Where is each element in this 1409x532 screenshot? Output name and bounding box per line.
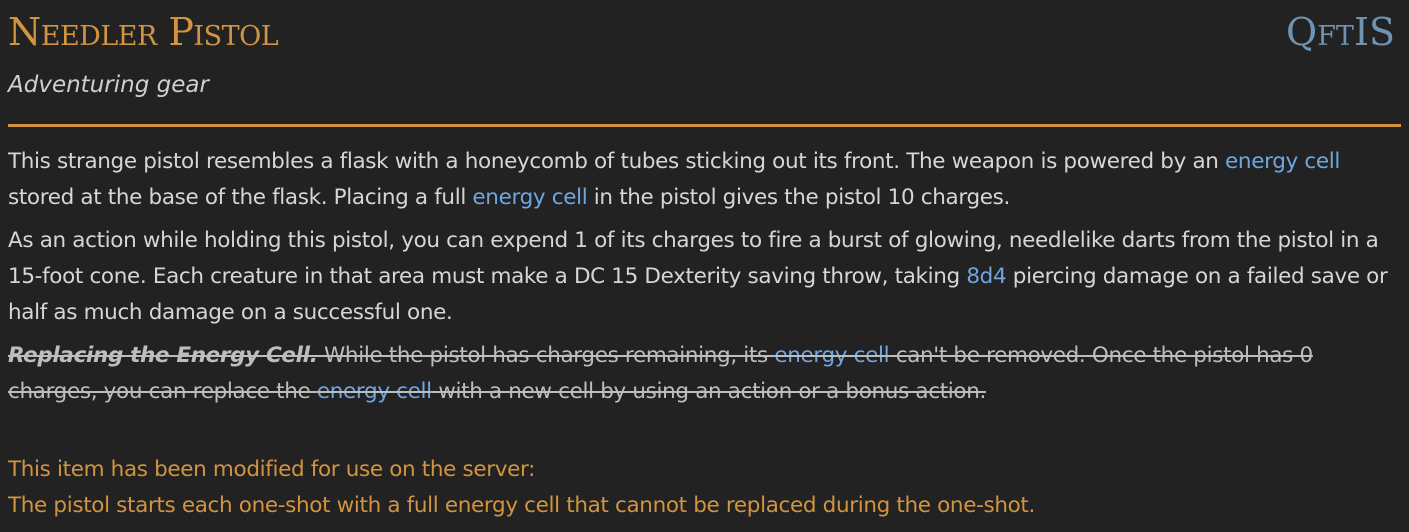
text: While the pistol has charges remaining, … — [317, 343, 775, 368]
note-text: The pistol starts each one-shot with a f… — [8, 493, 1035, 518]
energy-cell-link[interactable]: energy cell — [1225, 149, 1340, 174]
note-heading: This item has been modified for use on t… — [8, 457, 535, 482]
source-abbreviation[interactable]: QftIS — [1286, 10, 1395, 54]
item-description: This strange pistol resembles a flask wi… — [8, 144, 1399, 417]
energy-cell-link[interactable]: energy cell — [774, 343, 889, 368]
energy-cell-link[interactable]: energy cell — [317, 379, 432, 404]
dice-roll-8d4[interactable]: 8d4 — [966, 264, 1006, 289]
paragraph-title: Replacing the Energy Cell. — [8, 343, 318, 368]
struck-replacing-paragraph: Replacing the Energy Cell. While the pis… — [8, 338, 1399, 410]
energy-cell-link[interactable]: energy cell — [472, 185, 587, 210]
description-paragraph: This strange pistol resembles a flask wi… — [8, 144, 1399, 216]
server-modification-note: This item has been modified for use on t… — [8, 452, 1399, 524]
text: stored at the base of the flask. Placing… — [8, 185, 473, 210]
text: in the pistol gives the pistol 10 charge… — [587, 185, 1011, 210]
header-divider — [8, 124, 1401, 127]
action-paragraph: As an action while holding this pistol, … — [8, 223, 1399, 331]
item-header: Needler Pistol QftIS — [8, 0, 1395, 72]
item-title: Needler Pistol — [8, 10, 279, 54]
text: with a new cell by using an action or a … — [431, 379, 986, 404]
item-type: Adventuring gear — [8, 72, 209, 98]
text: This strange pistol resembles a flask wi… — [8, 149, 1226, 174]
